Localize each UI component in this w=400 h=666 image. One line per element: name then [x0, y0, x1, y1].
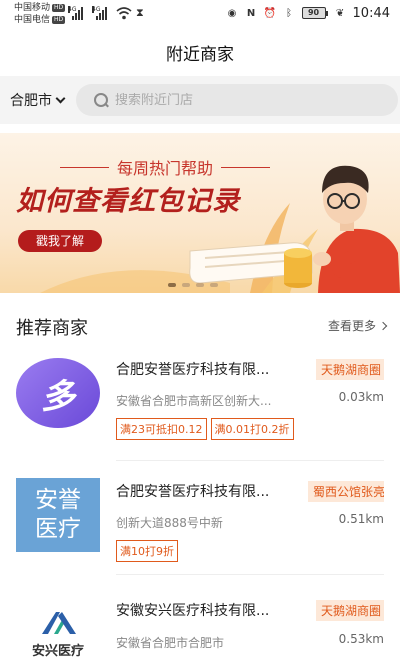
signal-icon: 4G [68, 6, 83, 20]
carousel-indicator [168, 283, 218, 287]
battery-level: 90 [301, 7, 326, 19]
city-selector[interactable]: 合肥市 [10, 90, 66, 110]
network-type-label: 4G [68, 6, 77, 13]
carrier-1-label: 中国移动 [14, 3, 51, 13]
merchant-item[interactable]: 多 合肥安誉医疗科技有限... 天鹅湖商圈 安徽省合肥市高新区创新大... 0.… [0, 352, 400, 462]
merchant-address: 安徽省合肥市合肥市 [116, 636, 225, 650]
location-search-bar: 合肥市 [0, 76, 400, 124]
merchant-logo-text: 安兴医疗 [31, 644, 84, 659]
merchant-distance: 0.03km [338, 390, 384, 404]
search-icon [94, 92, 109, 108]
coupon-badge: 满10打9折 [116, 540, 178, 562]
promo-banner[interactable]: 每周热门帮助 如何查看红包记录 戳我了解 [0, 133, 400, 293]
hourglass-icon: ⧗ [136, 6, 144, 19]
see-more-link[interactable]: 查看更多 [327, 317, 388, 334]
hd-badge: HD [52, 3, 66, 12]
divider [116, 574, 384, 575]
merchant-item[interactable]: 安兴医疗 安徽安兴医疗科技有限... 天鹅湖商圈 安徽省合肥市合肥市 0.53k… [0, 596, 400, 666]
status-bar: 中国移动 HD 中国电信 HD 4G 4G ⧗ ◉ N ⏰ ᛒ 90 ❦ 10:44 [0, 0, 400, 28]
carrier-1: 中国移动 HD [14, 3, 66, 14]
battery-icon: 90 [301, 7, 328, 19]
clock: 10:44 [352, 5, 390, 21]
see-more-label: 查看更多 [327, 319, 376, 333]
chevron-right-icon [378, 321, 388, 330]
merchant-coupons: 满23可抵扣0.12 满0.01打0.2折 [116, 418, 294, 440]
carousel-dot[interactable] [210, 283, 218, 287]
chevron-down-icon [55, 93, 66, 103]
merchant-name: 合肥安誉医疗科技有限... [116, 484, 270, 500]
merchant-logo-text: 多 [16, 358, 100, 428]
merchant-coupons: 满10打9折 [116, 540, 178, 562]
merchant-logo-text: 安誉 [35, 487, 81, 513]
merchant-name: 安徽安兴医疗科技有限... [116, 603, 270, 619]
carousel-dot[interactable] [196, 283, 204, 287]
search-box[interactable] [76, 84, 398, 116]
merchant-logo-text: 医疗 [35, 516, 81, 542]
merchant-logo-mark [42, 612, 76, 634]
nfc-icon: N [246, 7, 256, 19]
merchant-area-tag: 天鹅湖商圈 [316, 600, 384, 621]
merchant-name: 合肥安誉医疗科技有限... [116, 362, 270, 378]
search-input[interactable] [115, 92, 365, 108]
merchant-item[interactable]: 安誉 医疗 合肥安誉医疗科技有限... 蜀西公馆张亮... 创新大道888号中新… [0, 478, 400, 588]
merchant-logo: 多 [16, 358, 100, 432]
banner-subtitle: 每周热门帮助 [60, 155, 271, 179]
leaf-icon: ❦ [335, 7, 345, 19]
merchant-distance: 0.53km [338, 632, 384, 646]
city-label: 合肥市 [10, 93, 52, 109]
merchant-logo: 安誉 医疗 [16, 478, 100, 552]
coupon-badge: 满0.01打0.2折 [210, 418, 294, 440]
carrier-2: 中国电信 HD [14, 15, 66, 26]
merchant-logo: 安兴医疗 [16, 608, 100, 666]
status-right: ◉ N ⏰ ᛒ 90 ❦ 10:44 [226, 4, 390, 22]
carousel-dot[interactable] [168, 283, 176, 287]
eye-icon: ◉ [227, 7, 237, 19]
merchant-area-tag: 蜀西公馆张亮... [308, 481, 384, 502]
page-title: 附近商家 [166, 45, 234, 65]
banner-subtitle-text: 每周热门帮助 [117, 159, 214, 178]
merchant-distance: 0.51km [338, 512, 384, 526]
carousel-dot[interactable] [182, 283, 190, 287]
carrier-2-label: 中国电信 [14, 15, 51, 25]
hd-badge: HD [52, 15, 66, 24]
bluetooth-icon: ᛒ [286, 7, 293, 19]
network-type-label: 4G [92, 6, 101, 13]
section-title: 推荐商家 [16, 318, 88, 339]
merchant-address: 安徽省合肥市高新区创新大... [116, 394, 272, 408]
banner-title: 如何查看红包记录 [16, 186, 240, 217]
alarm-icon: ⏰ [263, 7, 277, 19]
divider [116, 460, 384, 461]
signal-icon: 4G [92, 6, 107, 20]
banner-cta-button[interactable]: 戳我了解 [18, 230, 102, 252]
coupon-badge: 满23可抵扣0.12 [116, 418, 207, 440]
merchant-address: 创新大道888号中新 [116, 516, 223, 530]
wifi-icon [116, 7, 132, 20]
merchant-area-tag: 天鹅湖商圈 [316, 359, 384, 380]
